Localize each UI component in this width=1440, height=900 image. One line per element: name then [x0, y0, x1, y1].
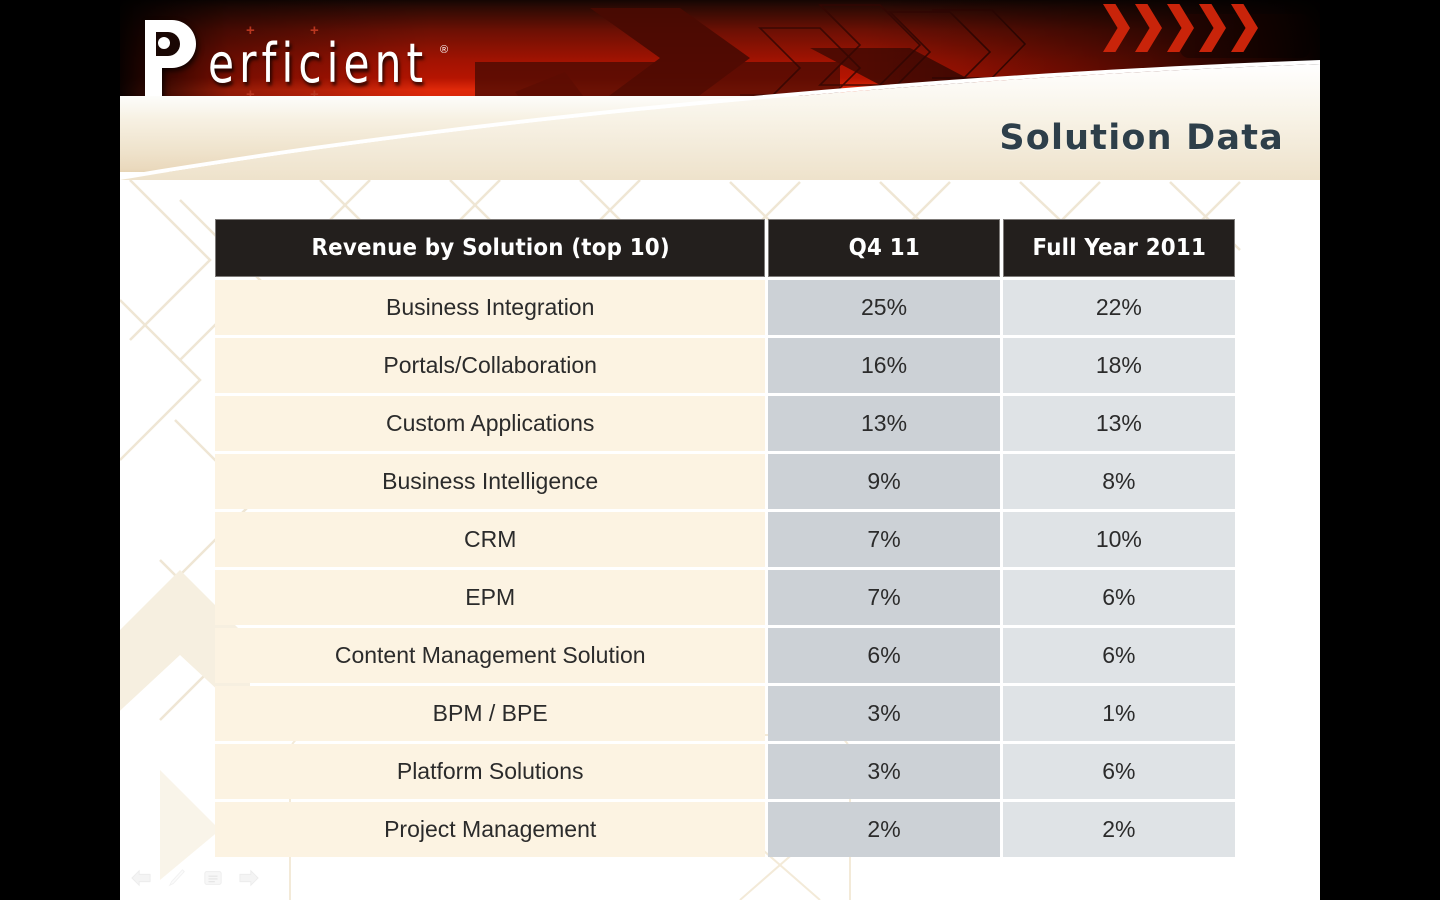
solution-value: Content Management Solution — [215, 628, 766, 683]
table-row: Project Management 2% 2% — [215, 802, 1235, 857]
full-year-value: 1% — [1002, 686, 1235, 741]
q4-cell: 16% — [768, 338, 1000, 393]
slide-navigation[interactable] — [130, 868, 260, 888]
q4-cell: 25% — [768, 280, 1000, 335]
solution-value: Platform Solutions — [215, 744, 766, 799]
solution-cell: CRM — [215, 512, 766, 567]
full-year-value: 10% — [1002, 512, 1235, 567]
full-year-value: 22% — [1002, 280, 1235, 335]
full-year-cell: 2% — [1002, 802, 1235, 857]
solution-value: CRM — [215, 512, 766, 567]
header-label-q4: Q4 11 — [848, 235, 920, 261]
next-slide-icon[interactable] — [238, 868, 260, 888]
q4-value: 25% — [768, 280, 1000, 335]
table-row: CRM 7% 10% — [215, 512, 1235, 567]
full-year-cell: 10% — [1002, 512, 1235, 567]
q4-cell: 9% — [768, 454, 1000, 509]
header-cell-full-year: Full Year 2011 — [1002, 219, 1235, 277]
revenue-table: Revenue by Solution (top 10) Q4 11 Full … — [215, 219, 1235, 860]
solution-value: Business Intelligence — [215, 454, 766, 509]
full-year-value: 6% — [1002, 570, 1235, 625]
q4-value: 2% — [768, 802, 1000, 857]
solution-value: Custom Applications — [215, 396, 766, 451]
solution-value: EPM — [215, 570, 766, 625]
q4-cell: 13% — [768, 396, 1000, 451]
solution-cell: Custom Applications — [215, 396, 766, 451]
solution-cell: Platform Solutions — [215, 744, 766, 799]
page-title: Solution Data — [999, 118, 1284, 158]
screenshot-root: erficient ® + + + + Solution Data Revenu… — [0, 0, 1440, 900]
q4-cell: 7% — [768, 512, 1000, 567]
q4-value: 3% — [768, 686, 1000, 741]
q4-value: 3% — [768, 744, 1000, 799]
chevron-arrows-icon — [1103, 4, 1258, 52]
q4-cell: 6% — [768, 628, 1000, 683]
table-row: Business Intelligence 9% 8% — [215, 454, 1235, 509]
full-year-cell: 6% — [1002, 744, 1235, 799]
table-row: EPM 7% 6% — [215, 570, 1235, 625]
q4-value: 9% — [768, 454, 1000, 509]
full-year-value: 13% — [1002, 396, 1235, 451]
full-year-cell: 1% — [1002, 686, 1235, 741]
table-row: Portals/Collaboration 16% 18% — [215, 338, 1235, 393]
full-year-value: 8% — [1002, 454, 1235, 509]
table-header-row: Revenue by Solution (top 10) Q4 11 Full … — [215, 219, 1235, 277]
q4-cell: 7% — [768, 570, 1000, 625]
solution-cell: Business Intelligence — [215, 454, 766, 509]
header-label-full-year: Full Year 2011 — [1032, 235, 1206, 261]
q4-cell: 3% — [768, 686, 1000, 741]
q4-value: 13% — [768, 396, 1000, 451]
full-year-value: 18% — [1002, 338, 1235, 393]
solution-cell: Project Management — [215, 802, 766, 857]
presentation-slide: erficient ® + + + + Solution Data Revenu… — [120, 0, 1320, 900]
table-row: Custom Applications 13% 13% — [215, 396, 1235, 451]
plus-decor-icon: + — [310, 22, 319, 39]
full-year-cell: 8% — [1002, 454, 1235, 509]
solution-value: Project Management — [215, 802, 766, 857]
full-year-cell: 13% — [1002, 396, 1235, 451]
previous-slide-icon[interactable] — [130, 868, 152, 888]
solution-value: BPM / BPE — [215, 686, 766, 741]
solution-cell: Business Integration — [215, 280, 766, 335]
q4-value: 16% — [768, 338, 1000, 393]
solution-value: Portals/Collaboration — [215, 338, 766, 393]
solution-cell: EPM — [215, 570, 766, 625]
q4-cell: 3% — [768, 744, 1000, 799]
table-row: Platform Solutions 3% 6% — [215, 744, 1235, 799]
full-year-cell: 22% — [1002, 280, 1235, 335]
table-row: Content Management Solution 6% 6% — [215, 628, 1235, 683]
full-year-value: 2% — [1002, 802, 1235, 857]
q4-value: 7% — [768, 512, 1000, 567]
solution-value: Business Integration — [215, 280, 766, 335]
header-cell-q4: Q4 11 — [768, 219, 1000, 277]
header-label-solution: Revenue by Solution (top 10) — [311, 235, 670, 261]
full-year-cell: 6% — [1002, 570, 1235, 625]
table-row: BPM / BPE 3% 1% — [215, 686, 1235, 741]
q4-cell: 2% — [768, 802, 1000, 857]
q4-value: 6% — [768, 628, 1000, 683]
registered-trademark-icon: ® — [440, 44, 449, 56]
header-cell-solution: Revenue by Solution (top 10) — [215, 219, 766, 277]
pen-tool-icon[interactable] — [166, 868, 188, 888]
table-row: Business Integration 25% 22% — [215, 280, 1235, 335]
logo-p-mark-icon — [145, 20, 196, 97]
slide-menu-icon[interactable] — [202, 868, 224, 888]
table-body: Business Integration 25% 22% Portals/Collab… — [215, 280, 1235, 857]
solution-cell: Content Management Solution — [215, 628, 766, 683]
full-year-value: 6% — [1002, 744, 1235, 799]
full-year-cell: 6% — [1002, 628, 1235, 683]
plus-decor-icon: + — [246, 22, 255, 39]
q4-value: 7% — [768, 570, 1000, 625]
solution-cell: BPM / BPE — [215, 686, 766, 741]
full-year-value: 6% — [1002, 628, 1235, 683]
solution-cell: Portals/Collaboration — [215, 338, 766, 393]
perficient-logo: erficient ® + + + + — [142, 14, 492, 106]
full-year-cell: 18% — [1002, 338, 1235, 393]
